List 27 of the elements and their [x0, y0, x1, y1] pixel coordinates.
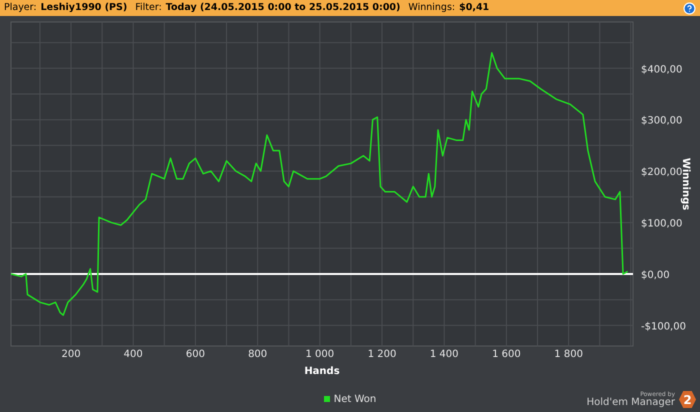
version-logo: 2: [679, 391, 696, 408]
help-icon[interactable]: [683, 2, 696, 14]
y-tick-label: $300,00: [641, 116, 682, 127]
legend-label: Net Won: [334, 392, 376, 406]
filter-value: Today (24.05.2015 0:00 to 25.05.2015 0:00): [166, 0, 400, 15]
player-label: Player:: [4, 0, 37, 15]
y-tick-label: $0,00: [641, 270, 670, 281]
x-tick-label: 1 000: [306, 349, 334, 360]
y-tick-label: $100,00: [641, 218, 682, 230]
x-tick-label: 400: [124, 349, 143, 360]
x-tick-label: 600: [186, 349, 205, 360]
y-axis-title: Winnings: [680, 158, 691, 210]
winnings-value: $0,41: [459, 0, 490, 15]
x-tick-label: 800: [248, 349, 268, 360]
x-axis-title: Hands: [304, 366, 340, 377]
product-name: Hold'em Manager: [586, 398, 675, 408]
x-tick-label: 1 200: [368, 349, 396, 360]
filter-label: Filter:: [135, 0, 162, 15]
y-tick-label: $400,00: [641, 64, 682, 76]
y-tick-label: $200,00: [641, 167, 682, 178]
x-tick-label: 1 400: [430, 349, 459, 360]
x-tick-label: 1 600: [492, 349, 521, 360]
y-tick-label: -$100,00: [641, 321, 686, 332]
x-tick-label: 1 800: [554, 349, 583, 360]
player-name: Leshiy1990 (PS): [40, 0, 128, 15]
winnings-label: Winnings:: [408, 0, 456, 15]
x-tick-label: 200: [61, 349, 81, 360]
